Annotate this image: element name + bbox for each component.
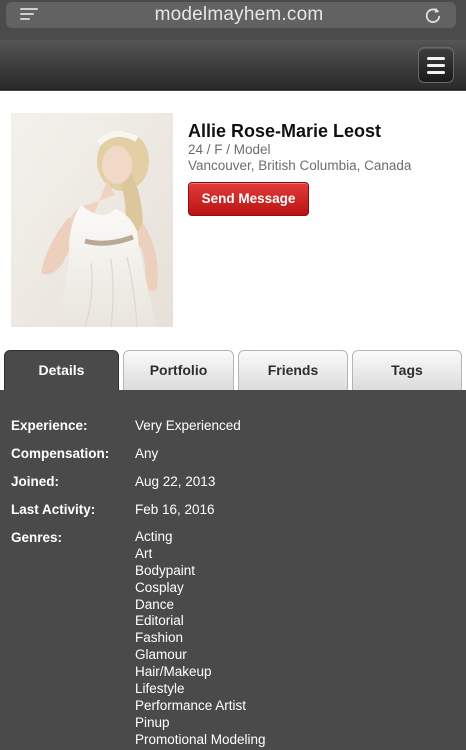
profile-card: Allie Rose-Marie Leost 24 / F / Model Va… [0, 91, 466, 348]
joined-label: Joined: [11, 474, 60, 489]
profile-photo[interactable] [11, 113, 173, 327]
genre-item: Hair/Makeup [135, 664, 212, 680]
reload-icon[interactable] [424, 6, 442, 24]
genre-item: Acting [135, 529, 173, 544]
browser-toolbar: modelmayhem.com [0, 0, 466, 40]
genre-item: Promotional Modeling [135, 731, 266, 747]
hamburger-menu-button[interactable] [418, 47, 454, 83]
genre-item: Art [135, 545, 153, 561]
tab-tags[interactable]: Tags [352, 350, 462, 390]
profile-age-gender-role: 24 / F / Model [188, 142, 271, 157]
send-message-button[interactable]: Send Message [188, 182, 309, 216]
genre-item: Pinup [135, 714, 170, 730]
last-activity-value: Feb 16, 2016 [135, 502, 215, 517]
genre-item: Dance [135, 596, 175, 612]
genre-item: Performance Artist [135, 697, 247, 713]
address-bar[interactable]: modelmayhem.com [6, 2, 456, 28]
last-activity-label: Last Activity: [11, 502, 96, 517]
profile-photo-image [11, 113, 173, 327]
profile-name: Allie Rose-Marie Leost [188, 121, 382, 141]
experience-label: Experience: [11, 418, 88, 433]
tab-friends[interactable]: Friends [238, 350, 348, 390]
tab-portfolio[interactable]: Portfolio [123, 350, 234, 390]
genre-item: Editorial [135, 613, 184, 629]
tab-details[interactable]: Details [4, 350, 119, 390]
genre-item: Glamour [135, 647, 187, 663]
compensation-value: Any [135, 446, 159, 461]
experience-value: Very Experienced [135, 418, 241, 433]
genres-list: Acting Art Bodypaint Cosplay Dance Edito… [135, 529, 266, 749]
compensation-label: Compensation: [11, 446, 110, 461]
genre-item: Lifestyle [135, 681, 185, 697]
site-header [0, 40, 466, 90]
genre-item: Bodypaint [135, 562, 196, 578]
details-panel: Experience: Very Experienced Compensatio… [0, 390, 466, 750]
genre-item: Cosplay [135, 579, 184, 595]
profile-tabs: Details Portfolio Friends Tags [0, 348, 466, 390]
genres-label: Genres: [11, 530, 63, 545]
url-text[interactable]: modelmayhem.com [6, 4, 466, 26]
genre-item: Fashion [135, 630, 184, 646]
profile-location: Vancouver, British Columbia, Canada [188, 158, 412, 173]
joined-value: Aug 22, 2013 [135, 474, 216, 489]
